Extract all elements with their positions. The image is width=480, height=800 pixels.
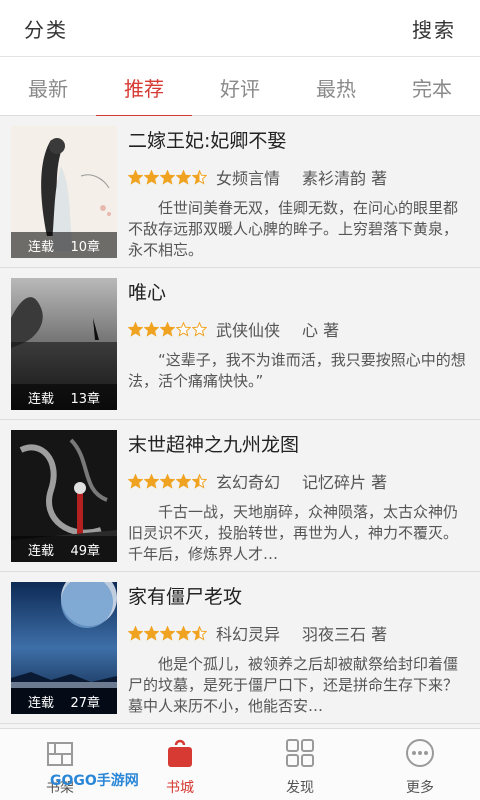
star-icon [176,473,191,489]
book-cover[interactable]: 连载 27章 [11,582,117,714]
star-icon [144,169,159,185]
book-title[interactable]: 二嫁王妃:妃卿不娶 [128,124,468,158]
book-genre: 女频言情 [216,169,281,188]
rating-stars [128,169,208,185]
serial-status: 连载 [28,543,55,559]
star-icon [160,169,175,185]
star-icon [128,169,143,185]
nav-label: 发现 [286,780,314,796]
book-genre: 武侠仙侠 [216,321,281,340]
tab-completed[interactable]: 完本 [384,57,480,117]
chapter-count: 49章 [70,543,100,559]
serial-status: 连载 [28,695,55,711]
nav-more[interactable]: 更多 [360,729,480,800]
tab-latest[interactable]: 最新 [0,57,96,117]
tab-recommended[interactable]: 推荐 [96,57,192,118]
chapter-count: 13章 [70,391,100,407]
rating-stars [128,625,208,641]
cover-status-band: 连载 49章 [11,536,117,562]
star-icon [192,625,207,641]
star-icon [128,625,143,641]
book-title[interactable]: 唯心 [128,276,468,310]
star-icon [144,625,159,641]
search-button[interactable]: 搜索 [412,14,456,43]
cover-status-band: 连载 27章 [11,688,117,714]
cover-status-band: 连载 10章 [11,232,117,258]
book-cover[interactable]: 连载 10章 [11,126,117,258]
star-icon [176,321,191,337]
serial-status: 连载 [28,391,55,407]
book-item[interactable]: 连载 49章 末世超神之九州龙图 玄幻奇幻 记忆碎片 著 千古一战，天地崩碎，众… [0,420,480,572]
star-icon [192,321,207,337]
tab-hottest[interactable]: 最热 [288,57,384,117]
cover-status-band: 连载 13章 [11,384,117,410]
book-item[interactable]: 连载 13章 唯心 武侠仙侠 心 著 “这辈子，我不为谁而活，我只要按照心中的想… [0,268,480,420]
book-list: 连载 10章 二嫁王妃:妃卿不娶 女频言情 素衫清韵 著 任世间美眷无双，佳卿无… [0,116,480,728]
category-button[interactable]: 分类 [24,14,68,43]
bookstore-icon [168,739,192,767]
star-icon [128,473,143,489]
watermark-text: GOGO手游网 [50,773,139,789]
book-description: 任世间美眷无双，佳卿无数，在问心的眼里都不敌存远那双暖人心脾的眸子。上穷碧落下黄… [128,199,459,259]
star-icon [128,321,143,337]
star-icon [160,321,175,337]
book-cover[interactable]: 连载 49章 [11,430,117,562]
grid-icon [286,739,314,767]
book-genre: 玄幻奇幻 [216,473,281,492]
star-icon [160,625,175,641]
book-item[interactable]: 连载 27章 家有僵尸老攻 科幻灵异 羽夜三石 著 他是个孤儿，被领养之后却被献… [0,572,480,724]
nav-discover[interactable]: 发现 [240,729,360,800]
book-title[interactable]: 末世超神之九州龙图 [128,428,468,462]
book-description: “这辈子，我不为谁而活，我只要按照心中的想法，活个痛痛快快。” [128,351,466,390]
serial-status: 连载 [28,239,55,255]
watermark: GOGO手游网 [50,764,160,796]
star-icon [144,473,159,489]
star-icon [176,169,191,185]
book-author: 心 著 [302,321,340,340]
book-author: 记忆碎片 著 [302,473,388,492]
book-cover[interactable]: 连载 13章 [11,278,117,410]
book-item[interactable]: 连载 10章 二嫁王妃:妃卿不娶 女频言情 素衫清韵 著 任世间美眷无双，佳卿无… [0,116,480,268]
tab-top-rated[interactable]: 好评 [192,57,288,117]
book-description: 他是个孤儿，被领养之后却被献祭给封印着僵尸的坟墓，是死于僵尸口下，还是拼命生存下… [128,655,459,715]
book-author: 素衫清韵 著 [302,169,388,188]
book-description: 千古一战，天地崩碎，众神陨落，太古众神仍旧灵识不灭，投胎转世，再世为人，神力不覆… [128,503,468,563]
more-icon [406,739,434,767]
tab-bar: 最新 推荐 好评 最热 完本 [0,56,480,118]
star-icon [176,625,191,641]
book-genre: 科幻灵异 [216,625,281,644]
rating-stars [128,473,208,489]
nav-label: 书城 [166,780,194,796]
star-icon [192,473,207,489]
chapter-count: 27章 [70,695,100,711]
book-title[interactable]: 家有僵尸老攻 [128,580,468,614]
star-icon [160,473,175,489]
top-bar: 分类 搜索 [0,0,480,56]
nav-label: 更多 [406,780,434,796]
book-author: 羽夜三石 著 [302,625,388,644]
chapter-count: 10章 [70,239,100,255]
star-icon [192,169,207,185]
star-icon [144,321,159,337]
rating-stars [128,321,208,337]
